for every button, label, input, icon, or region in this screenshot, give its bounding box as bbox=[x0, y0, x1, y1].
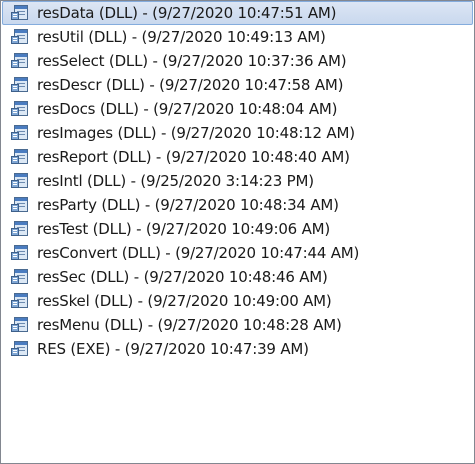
module-file-icon bbox=[11, 221, 28, 236]
module-file-icon bbox=[11, 29, 28, 44]
module-file-icon bbox=[11, 317, 28, 332]
module-file-icon bbox=[11, 77, 28, 92]
module-file-icon bbox=[11, 245, 28, 260]
module-file-icon bbox=[11, 293, 28, 308]
module-list[interactable]: resData (DLL) - (9/27/2020 10:47:51 AM) … bbox=[0, 0, 475, 464]
list-item[interactable]: resData (DLL) - (9/27/2020 10:47:51 AM) bbox=[2, 1, 473, 25]
list-item[interactable]: resParty (DLL) - (9/27/2020 10:48:34 AM) bbox=[2, 193, 473, 217]
module-file-icon bbox=[11, 101, 28, 116]
list-item[interactable]: resImages (DLL) - (9/27/2020 10:48:12 AM… bbox=[2, 121, 473, 145]
list-item[interactable]: resReport (DLL) - (9/27/2020 10:48:40 AM… bbox=[2, 145, 473, 169]
list-item-label: resUtil (DLL) - (9/27/2020 10:49:13 AM) bbox=[37, 28, 326, 46]
list-item-label: resSelect (DLL) - (9/27/2020 10:37:36 AM… bbox=[37, 52, 347, 70]
list-item-label: resReport (DLL) - (9/27/2020 10:48:40 AM… bbox=[37, 148, 350, 166]
module-file-icon bbox=[11, 269, 28, 284]
list-item[interactable]: resIntl (DLL) - (9/25/2020 3:14:23 PM) bbox=[2, 169, 473, 193]
list-item-label: resSec (DLL) - (9/27/2020 10:48:46 AM) bbox=[37, 268, 328, 286]
list-item-label: resDescr (DLL) - (9/27/2020 10:47:58 AM) bbox=[37, 76, 344, 94]
module-file-icon bbox=[11, 125, 28, 140]
list-item-label: resMenu (DLL) - (9/27/2020 10:48:28 AM) bbox=[37, 316, 342, 334]
list-item-label: resSkel (DLL) - (9/27/2020 10:49:00 AM) bbox=[37, 292, 332, 310]
list-item-label: resImages (DLL) - (9/27/2020 10:48:12 AM… bbox=[37, 124, 355, 142]
list-item-label: resParty (DLL) - (9/27/2020 10:48:34 AM) bbox=[37, 196, 339, 214]
list-item[interactable]: resSec (DLL) - (9/27/2020 10:48:46 AM) bbox=[2, 265, 473, 289]
list-item[interactable]: resTest (DLL) - (9/27/2020 10:49:06 AM) bbox=[2, 217, 473, 241]
module-file-icon bbox=[11, 173, 28, 188]
list-item-label: resTest (DLL) - (9/27/2020 10:49:06 AM) bbox=[37, 220, 331, 238]
list-item[interactable]: resMenu (DLL) - (9/27/2020 10:48:28 AM) bbox=[2, 313, 473, 337]
module-file-icon bbox=[11, 5, 28, 20]
list-item[interactable]: RES (EXE) - (9/27/2020 10:47:39 AM) bbox=[2, 337, 473, 361]
list-item[interactable]: resSelect (DLL) - (9/27/2020 10:37:36 AM… bbox=[2, 49, 473, 73]
list-item[interactable]: resConvert (DLL) - (9/27/2020 10:47:44 A… bbox=[2, 241, 473, 265]
list-item[interactable]: resDescr (DLL) - (9/27/2020 10:47:58 AM) bbox=[2, 73, 473, 97]
list-item-label: resConvert (DLL) - (9/27/2020 10:47:44 A… bbox=[37, 244, 360, 262]
list-item-label: resData (DLL) - (9/27/2020 10:47:51 AM) bbox=[37, 4, 337, 22]
module-file-icon bbox=[11, 149, 28, 164]
list-item-label: resDocs (DLL) - (9/27/2020 10:48:04 AM) bbox=[37, 100, 338, 118]
list-item-label: RES (EXE) - (9/27/2020 10:47:39 AM) bbox=[37, 340, 309, 358]
list-item-label: resIntl (DLL) - (9/25/2020 3:14:23 PM) bbox=[37, 172, 314, 190]
list-item[interactable]: resDocs (DLL) - (9/27/2020 10:48:04 AM) bbox=[2, 97, 473, 121]
module-file-icon bbox=[11, 53, 28, 68]
list-item[interactable]: resUtil (DLL) - (9/27/2020 10:49:13 AM) bbox=[2, 25, 473, 49]
module-file-icon bbox=[11, 197, 28, 212]
module-file-icon bbox=[11, 341, 28, 356]
list-item[interactable]: resSkel (DLL) - (9/27/2020 10:49:00 AM) bbox=[2, 289, 473, 313]
